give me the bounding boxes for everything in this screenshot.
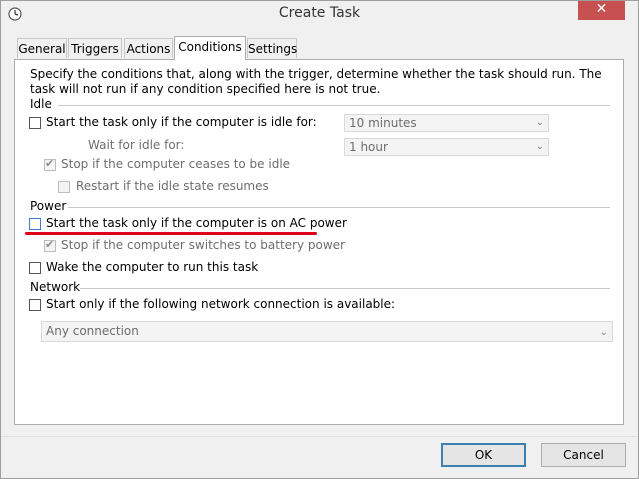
annotation-underline bbox=[25, 232, 317, 235]
ok-button[interactable]: OK bbox=[441, 443, 526, 467]
restart-idle-label: Restart if the idle state resumes bbox=[76, 179, 269, 193]
battery-stop-label: Stop if the computer switches to battery… bbox=[61, 238, 345, 252]
wake-label[interactable]: Wake the computer to run this task bbox=[46, 260, 258, 274]
chevron-down-icon: ⌄ bbox=[535, 117, 544, 128]
wait-idle-select: 1 hour ⌄ bbox=[344, 138, 549, 156]
cancel-button[interactable]: Cancel bbox=[541, 443, 626, 467]
wait-idle-label: Wait for idle for: bbox=[88, 138, 185, 152]
network-label[interactable]: Start only if the following network conn… bbox=[46, 297, 395, 311]
idle-duration-select: 10 minutes ⌄ bbox=[344, 114, 549, 132]
conditions-description: Specify the conditions that, along with … bbox=[30, 67, 602, 96]
tab-settings[interactable]: Settings bbox=[247, 38, 297, 58]
tab-actions[interactable]: Actions bbox=[124, 38, 173, 58]
network-divider bbox=[80, 288, 610, 289]
network-checkbox[interactable] bbox=[29, 299, 41, 311]
network-connection-value: Any connection bbox=[46, 324, 139, 338]
chevron-down-icon: ⌄ bbox=[535, 141, 544, 152]
wake-checkbox[interactable] bbox=[29, 262, 41, 274]
ac-power-label[interactable]: Start the task only if the computer is o… bbox=[46, 216, 347, 230]
ac-power-checkbox[interactable] bbox=[29, 218, 41, 230]
chevron-down-icon: ⌄ bbox=[599, 327, 608, 338]
network-connection-select: Any connection ⌄ bbox=[41, 321, 613, 342]
restart-idle-checkbox bbox=[58, 181, 70, 193]
footer-divider bbox=[0, 436, 639, 437]
idle-start-label[interactable]: Start the task only if the computer is i… bbox=[46, 115, 317, 129]
tab-conditions[interactable]: Conditions bbox=[174, 36, 246, 60]
tab-general[interactable]: General bbox=[17, 38, 67, 58]
idle-duration-value: 10 minutes bbox=[349, 116, 417, 130]
power-divider bbox=[68, 207, 610, 208]
idle-divider bbox=[58, 105, 610, 106]
battery-stop-checkbox bbox=[44, 238, 56, 252]
close-icon: ✕ bbox=[595, 1, 608, 17]
wait-idle-value: 1 hour bbox=[349, 140, 388, 154]
stop-if-ceases-label: Stop if the computer ceases to be idle bbox=[61, 157, 291, 171]
idle-start-checkbox[interactable] bbox=[29, 117, 41, 129]
network-heading: Network bbox=[30, 280, 81, 294]
idle-heading: Idle bbox=[30, 97, 52, 111]
power-heading: Power bbox=[30, 199, 67, 213]
stop-if-ceases-checkbox bbox=[44, 157, 56, 171]
window-title: Create Task bbox=[278, 5, 361, 21]
tab-triggers[interactable]: Triggers bbox=[68, 38, 122, 58]
close-button[interactable]: ✕ bbox=[578, 0, 625, 20]
